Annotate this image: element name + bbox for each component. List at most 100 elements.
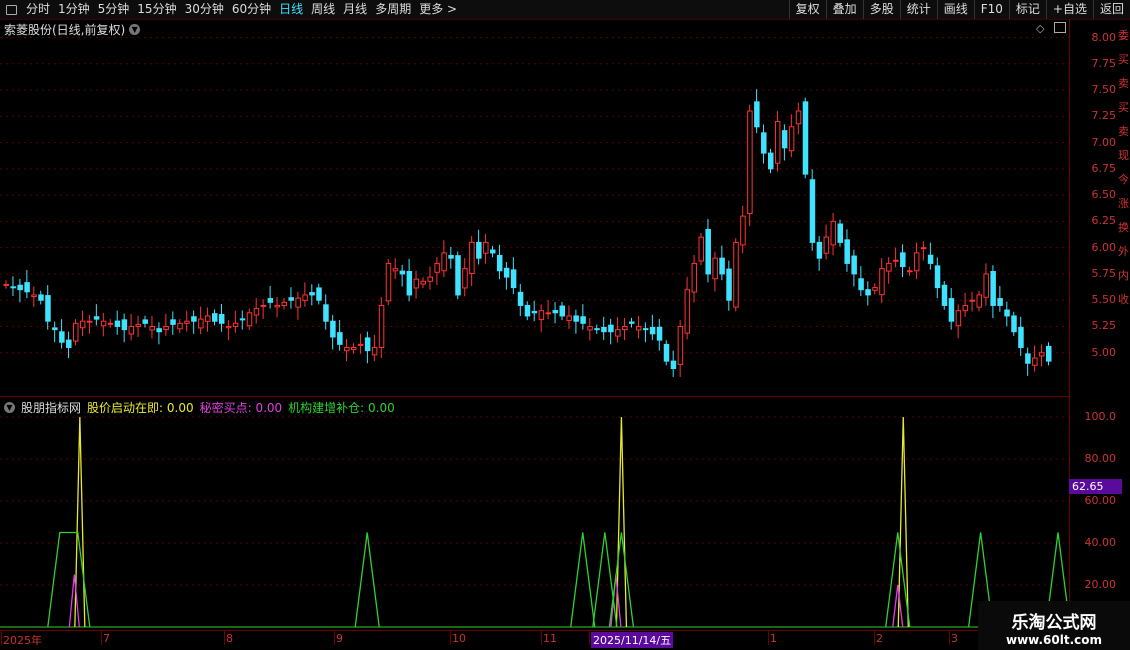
window-menu-icon[interactable] [0, 0, 22, 19]
tab-period-6[interactable]: 日线 [275, 0, 307, 19]
side-strip-char: 买 [1118, 101, 1129, 114]
x-axis-label: 7 [103, 632, 110, 645]
candle [114, 310, 121, 335]
candle [156, 322, 162, 345]
tab-period-4[interactable]: 30分钟 [181, 0, 228, 19]
candle [962, 292, 969, 318]
toolbar-button-6[interactable]: 标记 [1008, 0, 1046, 19]
watermark-url: www.60lt.com [1005, 633, 1103, 647]
candle [135, 315, 142, 337]
candle [858, 266, 864, 296]
candle [608, 318, 614, 345]
candle [205, 307, 211, 332]
toolbar-button-7[interactable]: +自选 [1045, 0, 1093, 19]
candle [191, 310, 197, 334]
side-strip-char: 现 [1118, 149, 1129, 162]
candle [642, 322, 649, 343]
candle [844, 229, 850, 272]
indicator-peak [897, 416, 909, 628]
candle [907, 266, 913, 276]
candle [73, 319, 79, 346]
candle [420, 277, 426, 289]
tab-period-5[interactable]: 60分钟 [228, 0, 275, 19]
candle [295, 291, 301, 320]
candle [705, 218, 711, 283]
candle [17, 278, 23, 303]
candle [656, 318, 663, 351]
candle [364, 331, 371, 364]
indicator-tick: 60.00 [1084, 494, 1117, 507]
price-tick: 5.75 [1091, 266, 1117, 280]
candle [740, 205, 746, 254]
toolbar-button-5[interactable]: F10 [973, 0, 1009, 19]
price-tick: 7.25 [1091, 109, 1117, 123]
candle [218, 304, 225, 332]
candle [677, 320, 684, 378]
tab-period-9[interactable]: 多周期 [371, 0, 415, 19]
candle [225, 320, 232, 341]
candle [212, 309, 218, 326]
toolbar-button-8[interactable]: 返回 [1092, 0, 1130, 19]
candle [580, 304, 586, 330]
x-axis-label: 9 [336, 632, 343, 645]
toolbar-button-1[interactable]: 叠加 [825, 0, 863, 19]
toolbar-button-4[interactable]: 画线 [936, 0, 974, 19]
candle [698, 232, 704, 266]
candle [351, 343, 357, 354]
side-strip-char: 外 [1118, 245, 1129, 258]
toolbar-button-0[interactable]: 复权 [788, 0, 826, 19]
candle [886, 257, 892, 284]
candle [59, 319, 65, 349]
tab-period-2[interactable]: 5分钟 [94, 0, 134, 19]
candle [267, 285, 274, 309]
x-axis-tick [450, 631, 451, 645]
candle [552, 302, 559, 324]
candle [371, 334, 378, 362]
tab-period-10[interactable]: 更多 > [415, 0, 461, 19]
indicator-peak [570, 532, 596, 628]
candle [1046, 342, 1052, 366]
side-strip-char: 换 [1118, 221, 1129, 234]
toolbar-button-3[interactable]: 统计 [899, 0, 937, 19]
candle [635, 315, 642, 339]
current-value-badge: 62.65 [1069, 479, 1122, 494]
candle [809, 169, 816, 251]
candle [823, 224, 830, 260]
tab-period-8[interactable]: 月线 [339, 0, 371, 19]
tab-period-7[interactable]: 周线 [307, 0, 339, 19]
tab-period-3[interactable]: 15分钟 [133, 0, 180, 19]
candle [920, 241, 927, 261]
side-strip-char: 卖 [1118, 125, 1129, 138]
candle [983, 263, 989, 306]
indicator-tick: 20.00 [1084, 578, 1117, 591]
candle [517, 283, 524, 316]
candle [149, 315, 155, 339]
candle [510, 257, 517, 294]
toolbar-button-2[interactable]: 多股 [862, 0, 900, 19]
candle [684, 277, 691, 340]
candle [774, 111, 781, 172]
candle [52, 321, 58, 343]
x-axis-tick [224, 631, 225, 645]
watermark: 乐淘公式网 www.60lt.com [978, 601, 1130, 650]
candle [399, 264, 406, 287]
candle [10, 276, 16, 296]
x-axis-label: 2025年 [3, 634, 42, 647]
candle [851, 249, 857, 287]
candle [976, 290, 982, 312]
x-axis-label: 10 [452, 632, 466, 645]
period-tabs: 分时 1分钟 5分钟 15分钟 30分钟 60分钟 日线 周线 月线 多周期 更多 > [22, 0, 461, 19]
candle [142, 315, 148, 328]
candle [1039, 344, 1045, 367]
tab-period-1[interactable]: 1分钟 [54, 0, 94, 19]
x-axis-tick [334, 631, 335, 645]
price-chart[interactable] [0, 19, 1069, 396]
x-axis-label: 8 [226, 632, 233, 645]
candle [121, 313, 128, 343]
candle [622, 318, 628, 341]
candle [469, 236, 475, 287]
candle [45, 285, 51, 330]
indicator-chart[interactable] [0, 397, 1069, 630]
candle [1018, 316, 1024, 356]
tab-period-0[interactable]: 分时 [22, 0, 54, 19]
